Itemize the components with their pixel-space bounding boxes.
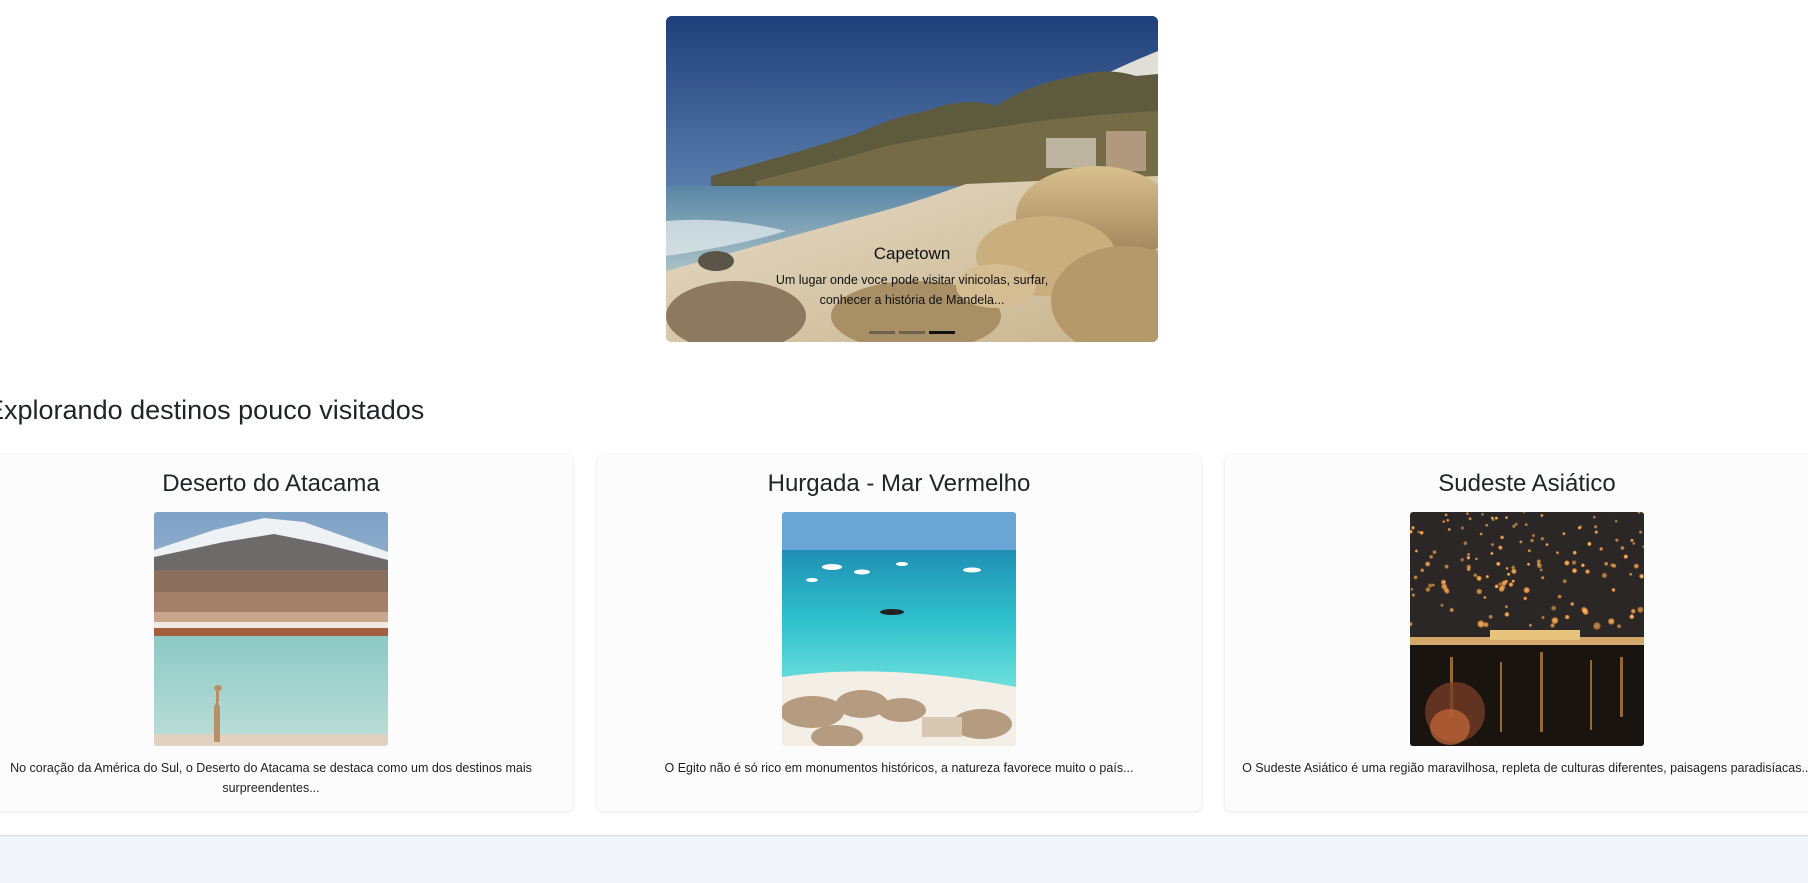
carousel-indicator-2[interactable] [899, 331, 925, 334]
atacama-image[interactable] [154, 512, 388, 746]
page: Capetown Um lugar onde voce pode visitar… [0, 0, 1808, 883]
carousel-indicators [666, 331, 1158, 334]
section-title: Explorando destinos pouco visitados [0, 395, 425, 425]
carousel-slide-title: Capetown [873, 244, 951, 263]
carousel-indicator-1[interactable] [869, 331, 895, 334]
card-title: Sudeste Asiático [1438, 470, 1616, 497]
destination-card-sudeste-asiatico[interactable]: Sudeste Asiático O Sudeste Asiático é um… [1225, 455, 1808, 811]
carousel-caption: Capetown Um lugar onde voce pode visitar… [666, 244, 1158, 310]
hurgada-image[interactable] [782, 512, 1016, 746]
card-description: O Egito não é só rico em monumentos hist… [664, 761, 1134, 775]
destination-card-atacama[interactable]: Deserto do Atacama No coração da América… [0, 455, 573, 811]
card-description: O Sudeste Asiático é uma região maravilh… [1242, 761, 1808, 775]
destination-card-hurgada[interactable]: Hurgada - Mar Vermelho O Egito não é só … [597, 455, 1201, 811]
card-title: Deserto do Atacama [162, 470, 380, 497]
carousel-indicator-3[interactable] [929, 331, 955, 334]
footer [0, 835, 1808, 883]
hero-carousel[interactable]: Capetown Um lugar onde voce pode visitar… [666, 16, 1158, 342]
card-title: Hurgada - Mar Vermelho [767, 470, 1031, 497]
card-description: No coração da América do Sul, o Deserto … [10, 761, 532, 795]
carousel-slide-text: Um lugar onde voce pode visitar vinicola… [775, 273, 1049, 307]
sudeste-asiatico-image[interactable] [1410, 512, 1644, 746]
